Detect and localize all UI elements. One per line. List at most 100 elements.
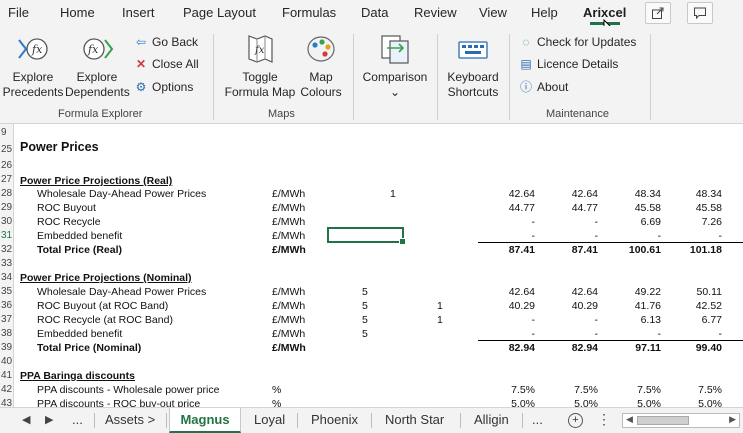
value-cell[interactable]: 45.58 <box>682 202 722 214</box>
scroll-tabs-left-button[interactable]: ◀ <box>22 413 30 426</box>
value-cell[interactable]: 7.5% <box>495 384 535 396</box>
sheet-tab-assets[interactable]: Assets > <box>105 408 155 433</box>
tab-ellipsis-left[interactable]: ... <box>72 408 83 433</box>
map-colours-button[interactable]: Map Colours <box>298 32 344 100</box>
row-number[interactable]: 29 <box>0 202 13 213</box>
explore-dependents-button[interactable]: fx Explore Dependents <box>65 32 130 100</box>
value-cell[interactable]: 87.41 <box>495 244 535 256</box>
row-label[interactable]: PPA discounts - Wholesale power price <box>37 384 219 396</box>
value-cell[interactable]: - <box>495 216 536 228</box>
unit-cell[interactable]: £/MWh <box>272 244 306 256</box>
row-number[interactable]: 39 <box>0 342 13 353</box>
sheet-tab-loyal[interactable]: Loyal <box>254 408 285 433</box>
value-cell[interactable]: - <box>621 230 662 242</box>
row-label[interactable]: PPA discounts - ROC buy-out price <box>37 398 200 407</box>
unit-cell[interactable]: £/MWh <box>272 202 305 214</box>
value-cell[interactable]: 87.41 <box>558 244 598 256</box>
scroll-left-icon[interactable]: ◀ <box>626 414 633 425</box>
tab-data[interactable]: Data <box>361 5 388 20</box>
unit-cell[interactable]: £/MWh <box>272 286 305 298</box>
row-label[interactable]: Wholesale Day-Ahead Power Prices <box>37 286 206 298</box>
value-cell[interactable]: 82.94 <box>495 342 535 354</box>
value-cell[interactable]: 44.77 <box>558 202 598 214</box>
row-label[interactable]: Total Price (Nominal) <box>37 342 141 354</box>
spreadsheet-grid[interactable]: 9 25 26 27 28 29 30 31 32 33 34 35 36 37 38 39 40 41 42 43 … <box>0 124 743 407</box>
unit-cell[interactable]: % <box>272 398 281 407</box>
about-button[interactable]: ⓘ About <box>519 79 568 95</box>
scrollbar-thumb[interactable] <box>637 416 689 425</box>
value-cell[interactable]: 99.40 <box>682 342 722 354</box>
row-number[interactable]: 34 <box>0 272 13 283</box>
value-cell[interactable]: 41.76 <box>621 300 661 312</box>
unit-cell[interactable]: £/MWh <box>272 300 305 312</box>
tab-file[interactable]: File <box>8 5 29 20</box>
licence-details-button[interactable]: ▤ Licence Details <box>519 56 618 72</box>
row-number[interactable]: 43 <box>0 398 13 407</box>
value-cell[interactable]: - <box>558 216 599 228</box>
value-cell[interactable]: 97.11 <box>621 342 661 354</box>
unit-cell[interactable]: £/MWh <box>272 314 305 326</box>
tab-insert[interactable]: Insert <box>122 5 155 20</box>
inflation-index-cell[interactable]: 5 <box>362 300 368 312</box>
value-cell[interactable]: 6.69 <box>621 216 661 228</box>
row-number[interactable]: 36 <box>0 300 13 311</box>
tab-review[interactable]: Review <box>414 5 457 20</box>
tab-home[interactable]: Home <box>60 5 95 20</box>
row-number[interactable]: 25 <box>0 144 13 155</box>
value-cell[interactable]: 42.64 <box>495 286 535 298</box>
value-cell[interactable]: 50.11 <box>682 286 723 298</box>
row-number[interactable]: 35 <box>0 286 13 297</box>
tab-page-layout[interactable]: Page Layout <box>183 5 256 20</box>
sheet-tab-phoenix[interactable]: Phoenix <box>311 408 358 433</box>
horizontal-scrollbar[interactable]: ◀ ▶ <box>622 413 740 428</box>
value-cell[interactable]: - <box>495 230 536 242</box>
value-cell[interactable]: - <box>682 328 723 340</box>
inflation-index-cell[interactable]: 5 <box>362 286 368 298</box>
unit-cell[interactable]: £/MWh <box>272 188 305 200</box>
value-cell[interactable]: 82.94 <box>558 342 598 354</box>
options-button[interactable]: ⚙ Options <box>134 79 194 95</box>
row-number[interactable]: 27 <box>0 174 13 185</box>
value-cell[interactable]: 45.58 <box>621 202 661 214</box>
tab-options-icon[interactable]: ⋮ <box>597 411 611 428</box>
tab-formulas[interactable]: Formulas <box>282 5 336 20</box>
row-number[interactable]: 33 <box>0 258 13 269</box>
tab-view[interactable]: View <box>479 5 507 20</box>
value-cell[interactable]: 7.5% <box>558 384 598 396</box>
value-cell[interactable]: 6.13 <box>621 314 661 326</box>
value-cell[interactable]: - <box>495 314 536 326</box>
row-number[interactable]: 40 <box>0 356 13 367</box>
row-number[interactable]: 30 <box>0 216 13 227</box>
row-number[interactable]: 28 <box>0 188 13 199</box>
value-cell[interactable]: - <box>558 328 599 340</box>
keyboard-shortcuts-button[interactable]: Keyboard Shortcuts <box>442 32 504 100</box>
row-number[interactable]: 26 <box>0 160 13 171</box>
unit-cell[interactable]: £/MWh <box>272 342 306 354</box>
go-back-button[interactable]: ⇦ Go Back <box>134 34 198 50</box>
row-label[interactable]: ROC Buyout <box>37 202 96 214</box>
tab-ellipsis-right[interactable]: ... <box>532 408 543 433</box>
value-cell[interactable]: 7.5% <box>682 384 722 396</box>
row-label[interactable]: Total Price (Real) <box>37 244 122 256</box>
unit-cell[interactable]: % <box>272 384 281 396</box>
row-label[interactable]: PPA Baringa discounts <box>20 370 135 382</box>
row-number[interactable]: 38 <box>0 328 13 339</box>
value-cell[interactable]: 48.34 <box>682 188 722 200</box>
value-cell[interactable]: - <box>621 328 662 340</box>
row-number[interactable]: 32 <box>0 244 13 255</box>
value-cell[interactable]: 42.64 <box>558 286 598 298</box>
row-label[interactable]: ROC Buyout (at ROC Band) <box>37 300 168 312</box>
row-number[interactable]: 9 <box>0 127 13 138</box>
row-number[interactable]: 41 <box>0 370 13 381</box>
value-cell[interactable]: 5.0% <box>621 398 661 407</box>
index-cell[interactable]: 1 <box>390 188 396 200</box>
add-sheet-button[interactable]: + <box>568 413 583 428</box>
row-number[interactable]: 42 <box>0 384 13 395</box>
close-all-button[interactable]: ✕ Close All <box>134 56 199 72</box>
sheet-tab-alligin[interactable]: Alligin <box>474 408 509 433</box>
value-cell[interactable]: 100.61 <box>621 244 661 256</box>
row-label[interactable]: Power Price Projections (Nominal) <box>20 272 192 284</box>
value-cell[interactable]: 5.0% <box>682 398 722 407</box>
value-cell[interactable]: 6.77 <box>682 314 722 326</box>
comparison-button[interactable]: Comparison ⌄ <box>358 32 432 100</box>
